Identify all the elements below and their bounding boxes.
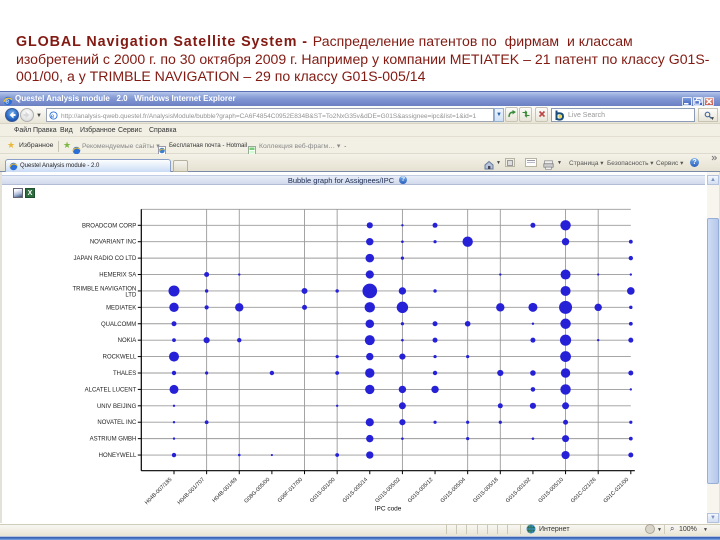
svg-text:NOKIA: NOKIA bbox=[118, 338, 137, 344]
svg-text:H04B-001/707: H04B-001/707 bbox=[177, 477, 206, 506]
svg-text:NOVARIANT INC: NOVARIANT INC bbox=[90, 240, 137, 246]
svg-text:G01S-005/14: G01S-005/14 bbox=[342, 477, 369, 504]
svg-text:ROCKWELL: ROCKWELL bbox=[103, 355, 137, 361]
svg-text:G08G-005/00: G08G-005/00 bbox=[243, 477, 271, 505]
svg-text:H04B-007/185: H04B-007/185 bbox=[144, 477, 173, 506]
svg-text:HEMERIX SA: HEMERIX SA bbox=[99, 273, 136, 279]
svg-text:G01S-001/00: G01S-001/00 bbox=[309, 477, 336, 504]
svg-text:e: e bbox=[5, 99, 9, 106]
svg-text:MEDIATEK: MEDIATEK bbox=[106, 305, 136, 311]
svg-text:ALCATEL LUCENT: ALCATEL LUCENT bbox=[85, 387, 137, 393]
svg-text:UNIV BEIJING: UNIV BEIJING bbox=[97, 404, 137, 410]
svg-text:NOVATEL INC: NOVATEL INC bbox=[97, 420, 137, 426]
svg-text:IPC code: IPC code bbox=[375, 506, 402, 513]
svg-text:e: e bbox=[51, 113, 55, 120]
svg-text:HONEYWELL: HONEYWELL bbox=[99, 453, 137, 459]
svg-text:G01S-005/04: G01S-005/04 bbox=[440, 477, 467, 504]
svg-text:G06F-017/00: G06F-017/00 bbox=[277, 477, 304, 504]
svg-text:JAPAN RADIO CO LTD: JAPAN RADIO CO LTD bbox=[74, 256, 137, 262]
svg-text:G01S-001/02: G01S-001/02 bbox=[505, 477, 532, 504]
svg-text:G01S-005/10: G01S-005/10 bbox=[538, 477, 565, 504]
svg-text:G01S-005/02: G01S-005/02 bbox=[374, 477, 401, 504]
svg-text:QUALCOMM: QUALCOMM bbox=[101, 322, 136, 328]
svg-text:THALES: THALES bbox=[113, 371, 136, 377]
svg-text:G01S-005/18: G01S-005/18 bbox=[472, 477, 499, 504]
svg-text:LTD: LTD bbox=[125, 292, 137, 298]
svg-text:G01S-005/12: G01S-005/12 bbox=[407, 477, 434, 504]
svg-text:G01C-021/00: G01C-021/00 bbox=[603, 477, 631, 505]
svg-text:H04B-001/69: H04B-001/69 bbox=[212, 477, 239, 504]
svg-text:ASTRIUM GMBH: ASTRIUM GMBH bbox=[90, 437, 137, 443]
svg-text:G01C-021/26: G01C-021/26 bbox=[570, 477, 598, 505]
svg-text:BROADCOM CORP: BROADCOM CORP bbox=[82, 223, 136, 229]
